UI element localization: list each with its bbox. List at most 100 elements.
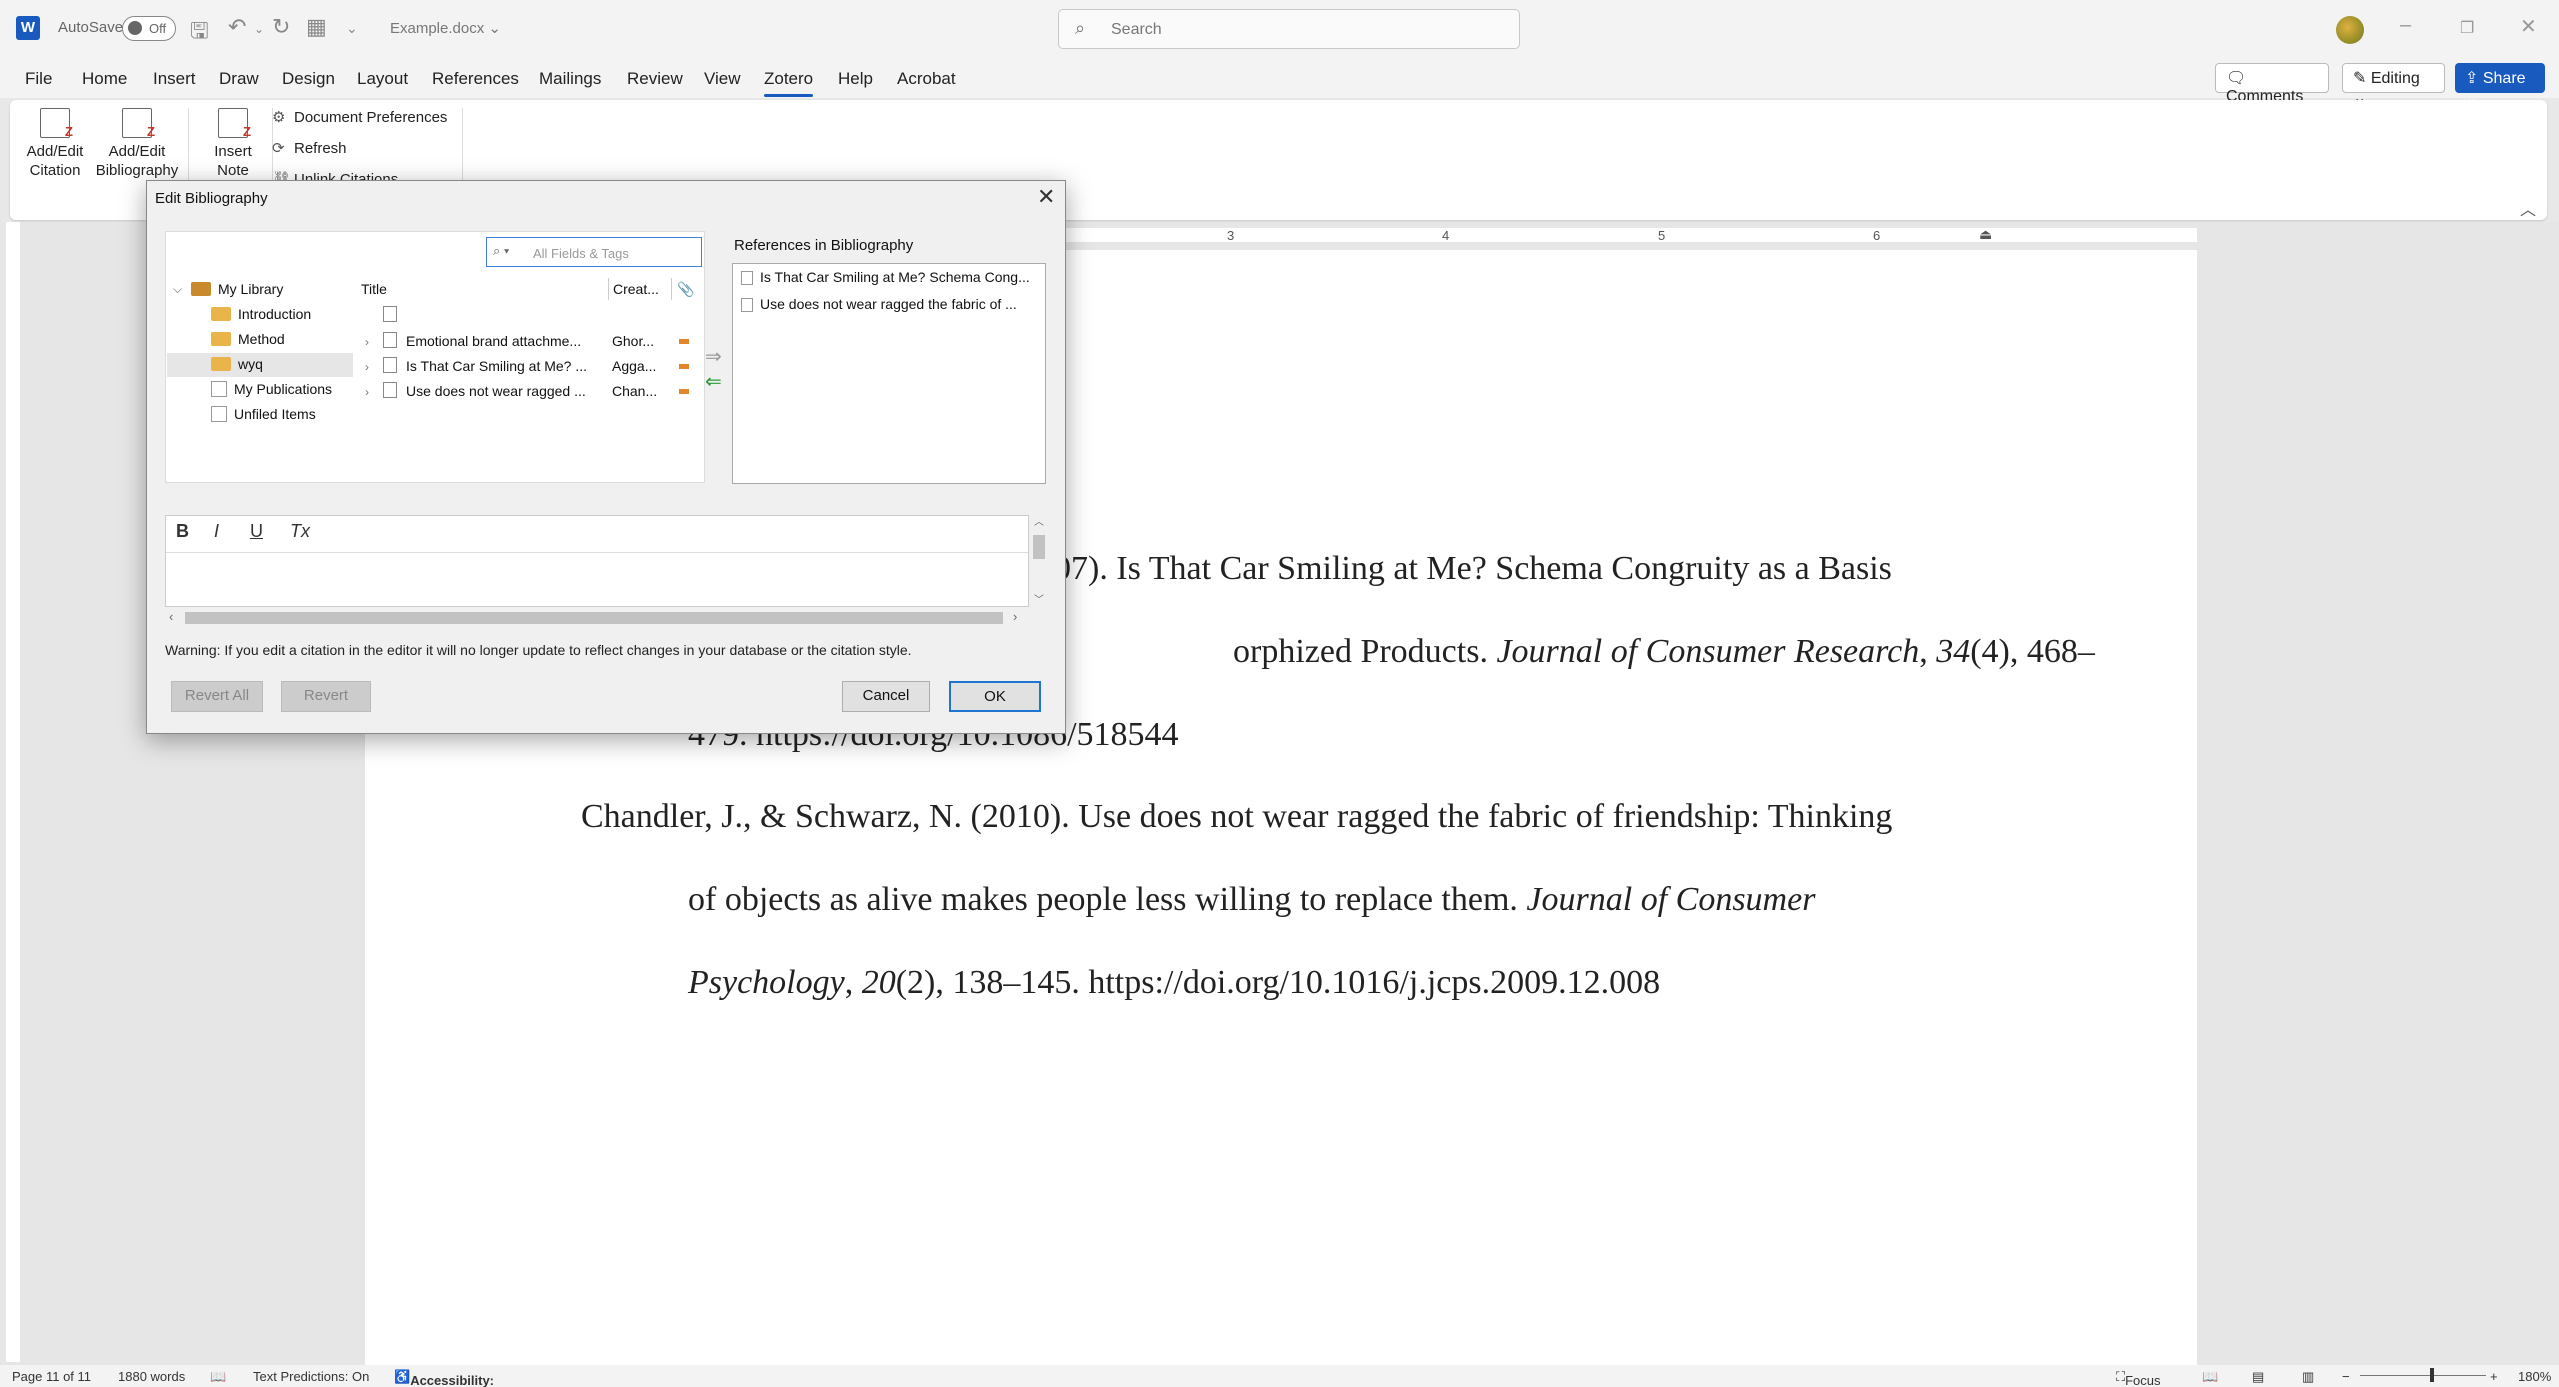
- print-layout-icon[interactable]: ▤: [2252, 1369, 2264, 1385]
- revert-button[interactable]: Revert: [281, 681, 371, 712]
- scroll-thumb[interactable]: [185, 612, 1003, 624]
- tab-insert[interactable]: Insert: [153, 69, 196, 89]
- close-icon[interactable]: ✕: [1037, 184, 1055, 210]
- search-box[interactable]: ⌕ Search: [1058, 9, 1520, 49]
- tab-acrobat[interactable]: Acrobat: [897, 69, 956, 89]
- add-edit-citation-line1: Add/Edit: [26, 143, 84, 160]
- indent-marker-icon[interactable]: ⏏: [1979, 226, 1992, 243]
- undo-dropdown-icon[interactable]: ⌄: [254, 22, 264, 36]
- scroll-left-icon[interactable]: ‹: [169, 609, 173, 624]
- underline-button[interactable]: U: [250, 521, 263, 542]
- restore-icon[interactable]: ❐: [2460, 18, 2474, 38]
- expand-icon[interactable]: ›: [365, 360, 369, 374]
- tree-item-unfiled-items[interactable]: Unfiled Items: [211, 406, 316, 422]
- item-creator[interactable]: Ghor...: [612, 333, 654, 349]
- vertical-scrollbar[interactable]: ︿ ﹀: [1031, 515, 1047, 607]
- tree-item-introduction[interactable]: Introduction: [211, 306, 311, 322]
- filter-input[interactable]: ⌕ ▾ All Fields & Tags: [486, 237, 702, 267]
- tree-item-method[interactable]: Method: [211, 331, 285, 347]
- document-name[interactable]: Example.docx ⌄: [390, 19, 501, 37]
- zoom-in-icon[interactable]: +: [2490, 1369, 2498, 1384]
- tree-item-my-library[interactable]: My Library: [191, 281, 283, 297]
- minimize-icon[interactable]: –: [2400, 14, 2411, 37]
- zoom-level[interactable]: 180%: [2518, 1369, 2551, 1384]
- item-creator[interactable]: Chan...: [612, 383, 657, 399]
- expand-icon[interactable]: ›: [365, 335, 369, 349]
- tab-design[interactable]: Design: [282, 69, 335, 89]
- horizontal-scrollbar[interactable]: ‹ ›: [167, 609, 1029, 627]
- tab-layout[interactable]: Layout: [357, 69, 408, 89]
- ok-button[interactable]: OK: [949, 681, 1041, 712]
- column-title[interactable]: Title: [361, 281, 387, 297]
- avatar[interactable]: [2336, 16, 2364, 44]
- bibliography-line: of objects as alive makes people less wi…: [688, 881, 1815, 919]
- save-icon[interactable]: 🖫: [190, 14, 209, 52]
- tab-file[interactable]: File: [25, 69, 52, 89]
- refresh-button[interactable]: ⟳ Refresh: [272, 139, 347, 157]
- insert-note-button[interactable]: Insert Note: [198, 108, 268, 180]
- share-button[interactable]: ⇪ Share ⌄: [2455, 63, 2545, 107]
- read-mode-icon[interactable]: 📖: [2202, 1369, 2218, 1385]
- tab-review[interactable]: Review: [627, 69, 683, 89]
- tab-references[interactable]: References: [432, 69, 519, 89]
- accessibility-status[interactable]: ♿ Accessibility: Investigate: [394, 1369, 494, 1387]
- tree-item-wyq[interactable]: wyq: [211, 356, 263, 372]
- redo-icon[interactable]: ↻: [272, 14, 290, 40]
- tab-help[interactable]: Help: [838, 69, 873, 89]
- pdf-attachment-icon[interactable]: [679, 389, 689, 394]
- note-item-icon[interactable]: [383, 306, 397, 322]
- autosave-toggle[interactable]: Off: [122, 16, 176, 41]
- scroll-thumb[interactable]: [1033, 535, 1045, 559]
- comments-button[interactable]: 🗨 Comments: [2215, 63, 2329, 105]
- revert-all-button[interactable]: Revert All: [171, 681, 263, 712]
- add-reference-arrow-icon[interactable]: ⇒: [705, 344, 722, 369]
- scroll-right-icon[interactable]: ›: [1013, 609, 1017, 624]
- page-indicator[interactable]: Page 11 of 11: [12, 1369, 91, 1384]
- pdf-attachment-icon[interactable]: [679, 364, 689, 369]
- text-predictions[interactable]: Text Predictions: On: [253, 1369, 369, 1384]
- focus-button[interactable]: ⛶ Focus: [2116, 1369, 2161, 1387]
- reference-item[interactable]: Is That Car Smiling at Me? Schema Cong..…: [741, 269, 1041, 285]
- document-preferences-button[interactable]: ⚙ Document Preferences: [272, 108, 447, 126]
- proofing-icon[interactable]: 📖: [210, 1369, 226, 1385]
- zoom-slider-thumb[interactable]: [2430, 1368, 2434, 1382]
- undo-icon[interactable]: ↶: [228, 14, 246, 40]
- tree-item-my-publications[interactable]: My Publications: [211, 381, 332, 397]
- web-layout-icon[interactable]: ▥: [2302, 1369, 2314, 1385]
- italic-button[interactable]: I: [214, 521, 219, 542]
- item-title[interactable]: Is That Car Smiling at Me? ...: [406, 358, 587, 374]
- collapse-library-icon[interactable]: ⌵: [173, 282, 182, 297]
- title-bar: W AutoSave Off 🖫 ↶ ⌄ ↻ ▦ ⌄ Example.docx …: [0, 0, 2559, 58]
- attachment-column-icon[interactable]: 📎: [677, 281, 694, 298]
- word-count[interactable]: 1880 words: [118, 1369, 185, 1384]
- tab-zotero[interactable]: Zotero: [764, 69, 814, 97]
- cancel-button[interactable]: Cancel: [842, 681, 930, 712]
- scroll-down-icon[interactable]: ﹀: [1034, 591, 1044, 606]
- add-edit-bibliography-button[interactable]: Add/Edit Bibliography: [92, 108, 182, 180]
- zoom-out-icon[interactable]: −: [2342, 1369, 2350, 1384]
- customize-toolbar-icon[interactable]: ⌄: [346, 20, 358, 37]
- add-edit-citation-button[interactable]: Add/Edit Citation: [24, 108, 86, 180]
- editing-mode-button[interactable]: ✎ Editing ⌄: [2342, 63, 2445, 107]
- scroll-up-icon[interactable]: ︿: [1034, 513, 1044, 528]
- column-creator[interactable]: Creat...: [613, 281, 659, 297]
- clear-formatting-button[interactable]: Tx: [290, 521, 310, 542]
- remove-reference-arrow-icon[interactable]: ⇐: [705, 369, 722, 394]
- tab-draw[interactable]: Draw: [219, 69, 259, 89]
- citation-editor[interactable]: B I U Tx: [165, 515, 1029, 607]
- item-title[interactable]: Emotional brand attachme...: [406, 333, 581, 349]
- expand-icon[interactable]: ›: [365, 385, 369, 399]
- tab-view[interactable]: View: [704, 69, 741, 89]
- reference-item[interactable]: Use does not wear ragged the fabric of .…: [741, 296, 1041, 312]
- zoom-slider[interactable]: [2360, 1375, 2486, 1376]
- table-icon[interactable]: ▦: [306, 14, 327, 40]
- tab-mailings[interactable]: Mailings: [539, 69, 601, 89]
- tab-home[interactable]: Home: [82, 69, 127, 89]
- item-title[interactable]: Use does not wear ragged ...: [406, 383, 586, 399]
- warning-text: Warning: If you edit a citation in the e…: [165, 642, 912, 658]
- bold-button[interactable]: B: [176, 521, 189, 542]
- collapse-ribbon-icon[interactable]: ︿: [2520, 196, 2536, 220]
- close-window-icon[interactable]: ✕: [2520, 14, 2537, 39]
- pdf-attachment-icon[interactable]: [679, 339, 689, 344]
- item-creator[interactable]: Agga...: [612, 358, 656, 374]
